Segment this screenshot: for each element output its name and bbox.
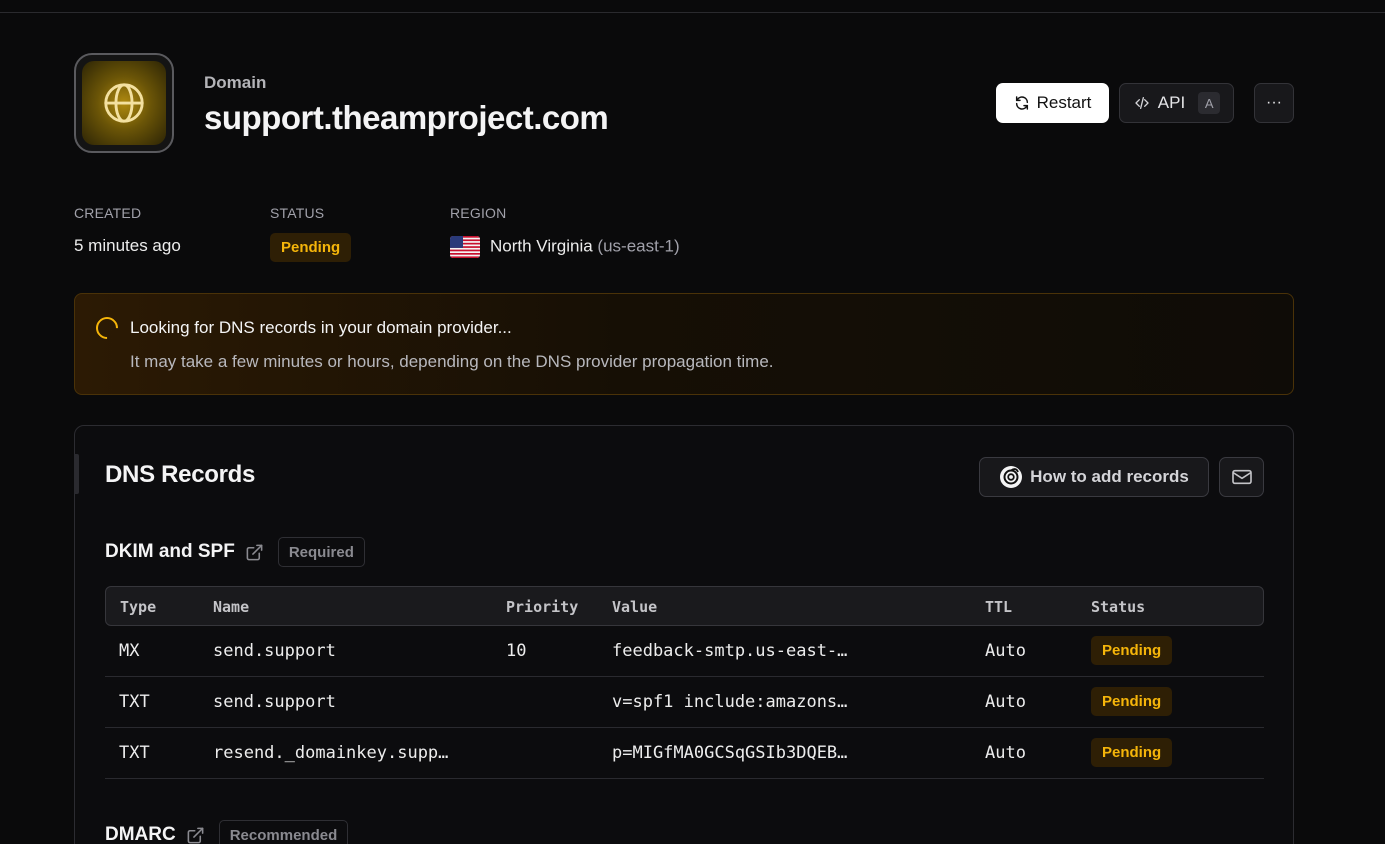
record-status-badge: Pending [1091, 687, 1173, 716]
record-status-text: Pending [1091, 636, 1173, 665]
api-button[interactable]: API A [1119, 83, 1234, 123]
api-shortcut-key: A [1198, 92, 1221, 114]
recommended-tag: Recommended [218, 820, 349, 844]
status-badge-text: Pending [270, 233, 352, 262]
created-value: 5 minutes ago [74, 236, 181, 255]
record-ttl: Auto [985, 641, 1026, 661]
record-type: TXT [119, 692, 150, 712]
record-name[interactable]: resend._domainkey.supp… [213, 743, 448, 763]
column-header-ttl: TTL [985, 598, 1013, 616]
record-priority: 10 [506, 641, 527, 661]
table-row: TXT send.support v=spf1 include:amazons…… [105, 677, 1264, 728]
alert-description: It may take a few minutes or hours, depe… [130, 352, 774, 371]
record-name[interactable]: send.support [213, 692, 336, 712]
page-kicker: Domain [204, 73, 267, 92]
dns-records-panel: DNS Records How to add records DKIM and … [74, 425, 1294, 844]
column-header-name: Name [213, 598, 250, 616]
record-value[interactable]: feedback-smtp.us-east-… [612, 641, 847, 661]
how-to-add-records-label: How to add records [1030, 467, 1189, 486]
table-header: Type Name Priority Value TTL Status [105, 586, 1264, 626]
table-row: TXT resend._domainkey.supp… p=MIGfMA0GCS… [105, 728, 1264, 779]
panel-accent-bar [74, 454, 79, 494]
status-badge: Pending [270, 233, 352, 262]
domain-avatar [74, 53, 174, 153]
record-value[interactable]: v=spf1 include:amazons… [612, 692, 847, 712]
region-value: North Virginia (us-east-1) [450, 236, 680, 258]
record-status-text: Pending [1091, 687, 1173, 716]
dkim-spf-title: DKIM and SPF [105, 541, 235, 562]
how-to-add-records-button[interactable]: How to add records [979, 457, 1209, 497]
record-status-badge: Pending [1091, 636, 1173, 665]
restart-label: Restart [1036, 93, 1092, 112]
record-ttl: Auto [985, 692, 1026, 712]
dmarc-title: DMARC [105, 824, 176, 844]
record-name[interactable]: send.support [213, 641, 336, 661]
status-label: STATUS [270, 205, 325, 221]
us-flag-icon [450, 236, 480, 258]
email-records-button[interactable] [1219, 457, 1264, 497]
dmarc-section-title: DMARC Recommended [105, 820, 349, 844]
mail-icon [1231, 469, 1252, 485]
dns-records-title: DNS Records [105, 461, 256, 488]
column-header-value: Value [612, 598, 658, 616]
globe-icon [104, 83, 144, 123]
top-divider [0, 12, 1385, 13]
record-type: MX [119, 641, 140, 661]
ellipsis-icon: ··· [1266, 94, 1282, 111]
more-options-button[interactable]: ··· [1254, 83, 1294, 123]
column-header-status: Status [1091, 598, 1146, 616]
external-link-icon[interactable] [186, 826, 205, 844]
restart-button[interactable]: Restart [996, 83, 1109, 123]
external-link-icon[interactable] [245, 543, 264, 562]
page-title: support.theamproject.com [204, 99, 609, 136]
api-label: API [1157, 93, 1186, 112]
dkim-spf-section-title: DKIM and SPF Required [105, 537, 365, 567]
region-label: REGION [450, 205, 507, 221]
record-value[interactable]: p=MIGfMA0GCSqGSIb3DQEB… [612, 743, 847, 763]
region-code: (us-east-1) [597, 236, 680, 256]
required-tag: Required [277, 537, 365, 567]
refresh-icon [1015, 96, 1028, 110]
provider-logo-icon [1000, 466, 1023, 488]
alert-title: Looking for DNS records in your domain p… [130, 318, 512, 337]
column-header-type: Type [120, 598, 157, 616]
record-status-text: Pending [1091, 738, 1173, 767]
created-label: CREATED [74, 205, 142, 221]
record-type: TXT [119, 743, 150, 763]
region-name: North Virginia [490, 236, 593, 256]
code-icon [1135, 97, 1149, 109]
column-header-priority: Priority [506, 598, 579, 616]
dns-lookup-alert: Looking for DNS records in your domain p… [74, 293, 1294, 395]
dkim-spf-records-table: Type Name Priority Value TTL Status MX s… [105, 586, 1264, 779]
record-status-badge: Pending [1091, 738, 1173, 767]
record-ttl: Auto [985, 743, 1026, 763]
table-row: MX send.support 10 feedback-smtp.us-east… [105, 626, 1264, 677]
loading-spinner-icon [91, 312, 123, 344]
